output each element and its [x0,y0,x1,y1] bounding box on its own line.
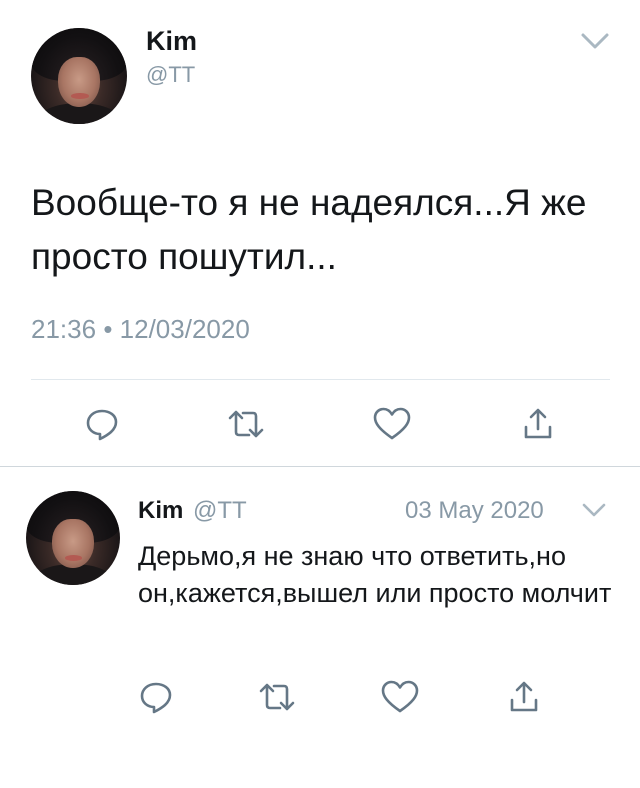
tweet-time: 21:36 [31,314,97,344]
tweet-timestamp: 21:36 • 12/03/2020 [31,314,250,345]
tweet-date[interactable]: 03 May 2020 [405,497,544,525]
heart-icon [381,680,419,713]
share-icon [524,408,552,439]
reply-button[interactable] [136,677,176,717]
reply-icon [86,409,118,441]
divider [31,379,610,380]
meta-separator: • [103,314,113,344]
tweet-actions [0,677,640,717]
tweet-divider [0,466,640,467]
reply-icon [140,682,172,714]
author-name[interactable]: Kim [138,497,183,525]
avatar[interactable] [31,28,127,124]
heart-icon [373,407,411,440]
chevron-down-icon[interactable] [582,501,606,519]
tweet-actions [0,404,640,444]
tweet-text: Вообще-то я не надеялся...Я же просто по… [31,182,587,277]
tweet-thread: Kim @TT Вообще-то я не надеялся...Я же п… [0,0,640,788]
chevron-down-icon[interactable] [580,30,610,52]
tweet-text: Дерьмо,я не знаю что ответить,но он,каже… [138,541,612,608]
author-handle[interactable]: @TT [193,497,247,525]
like-button[interactable] [380,677,420,717]
share-button[interactable] [504,677,544,717]
retweet-icon [259,683,295,711]
reply-button[interactable] [82,404,122,444]
author-name[interactable]: Kim [146,26,197,57]
share-icon [510,681,538,712]
share-button[interactable] [518,404,558,444]
avatar[interactable] [26,491,120,585]
tweet-date: 12/03/2020 [119,314,250,344]
main-tweet: Kim @TT Вообще-то я не надеялся...Я же п… [0,0,640,466]
like-button[interactable] [372,404,412,444]
retweet-icon [228,410,264,438]
retweet-button[interactable] [226,404,266,444]
retweet-button[interactable] [257,677,297,717]
author-handle[interactable]: @TT [146,62,195,88]
